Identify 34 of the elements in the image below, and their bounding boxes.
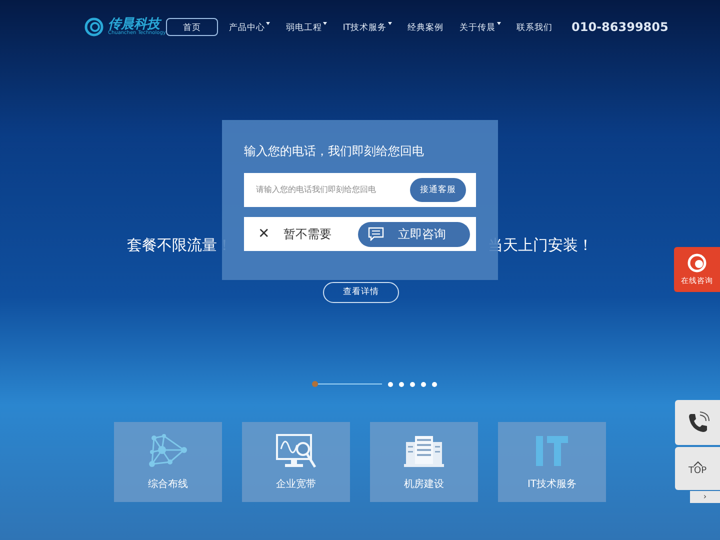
glowing-line-drawing: [312, 381, 382, 387]
phone-button[interactable]: [675, 400, 720, 445]
service-label: 企业宽带: [276, 478, 316, 492]
details-button[interactable]: 查看详情: [323, 282, 399, 303]
chevron-up-icon: [692, 461, 702, 467]
network-icon: [148, 434, 188, 468]
nav-link[interactable]: 关于传晨: [452, 18, 508, 36]
nav-link[interactable]: 联系我们: [510, 18, 560, 36]
nav-link[interactable]: 经典案例: [400, 18, 451, 36]
hero-headline: 当天上门安装！: [488, 235, 593, 254]
phone-input[interactable]: 请输入您的电话我们即刻给您回电: [256, 184, 410, 196]
nav-link[interactable]: IT技术服务: [336, 18, 399, 36]
back-to-top-button[interactable]: TOP: [675, 447, 720, 490]
service-label: 机房建设: [404, 478, 444, 492]
logo-icon: [84, 17, 104, 37]
call-service-button[interactable]: 接通客服: [410, 178, 466, 202]
dismiss-button[interactable]: 暂不需要: [284, 225, 332, 243]
it-letters-icon: [534, 434, 570, 468]
monitor-magnifier-icon: [275, 432, 317, 468]
chat-bubble-icon: [368, 227, 384, 241]
nav-link[interactable]: 首页: [166, 18, 218, 36]
server-rack-icon: [404, 434, 444, 468]
phone-number: 010-86399805: [572, 19, 668, 36]
dialog-title: 输入您的电话，我们即刻给您回电: [244, 143, 425, 160]
nav-link[interactable]: 产品中心: [222, 18, 277, 36]
service-label: IT技术服务: [527, 478, 577, 492]
consult-button[interactable]: 立即咨询: [358, 222, 470, 246]
collapse-button[interactable]: ›: [690, 491, 720, 503]
logo-text: 传晨科技: [108, 18, 162, 31]
service-label: 综合布线: [148, 478, 188, 492]
nav-link[interactable]: 弱电工程: [278, 18, 334, 36]
logo-icon: [687, 252, 707, 273]
hero-headline: 套餐不限流量！: [127, 235, 232, 254]
close-icon[interactable]: ✕: [258, 227, 270, 241]
